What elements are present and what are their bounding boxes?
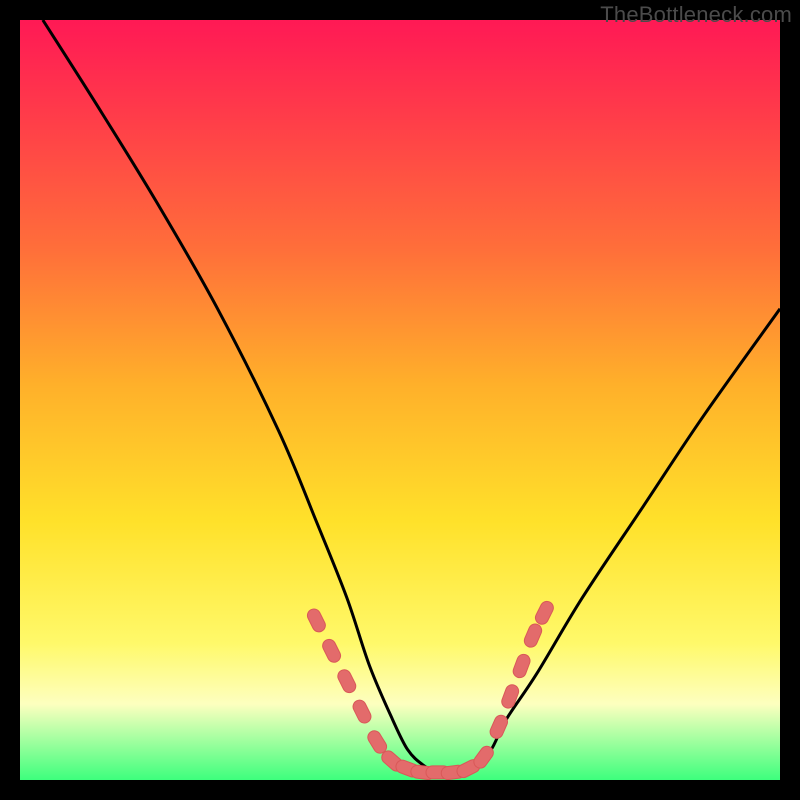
watermark-text: TheBottleneck.com — [600, 2, 792, 28]
curve-marker — [336, 668, 358, 695]
curve-marker — [500, 683, 521, 710]
curve-marker — [511, 652, 532, 679]
curve-svg — [20, 20, 780, 780]
bottleneck-curve — [43, 20, 780, 773]
curve-marker — [488, 713, 510, 740]
curve-marker — [320, 637, 342, 664]
curve-marker — [351, 698, 373, 725]
plot-area — [20, 20, 780, 780]
curve-markers — [305, 599, 555, 780]
curve-marker — [533, 599, 555, 626]
curve-marker — [305, 607, 327, 634]
chart-frame: TheBottleneck.com — [0, 0, 800, 800]
curve-marker — [522, 622, 543, 649]
